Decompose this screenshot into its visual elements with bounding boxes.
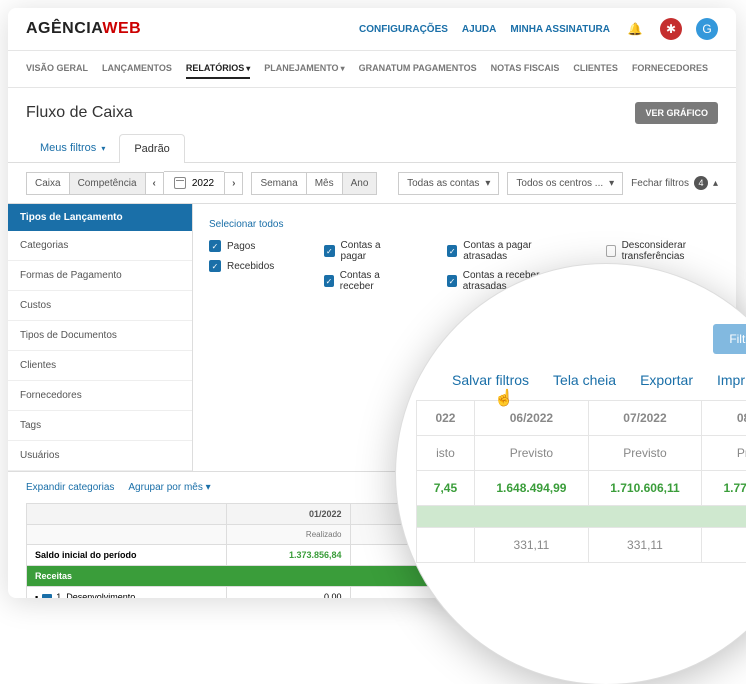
subheader: Previsto: [702, 436, 746, 471]
checkbox-label: Contas a pagar atrasadas: [463, 240, 556, 262]
col-header: 06/2022: [474, 401, 588, 436]
sidebar-item-tipos-documentos[interactable]: Tipos de Documentos: [8, 321, 192, 351]
tab-fornecedores[interactable]: FORNECEDORES: [632, 59, 708, 79]
tab-notas[interactable]: NOTAS FISCAIS: [491, 59, 560, 79]
sidebar-item-usuarios[interactable]: Usuários: [8, 441, 192, 471]
zoom-table: 022 06/2022 07/2022 08/2022 isto Previst…: [416, 400, 746, 563]
logo: AGÊNCIAWEB: [26, 20, 141, 38]
row-label[interactable]: ▪1. Desenvolvimento: [27, 587, 227, 599]
col-header: 01/2022: [227, 504, 351, 525]
avatar[interactable]: G: [696, 18, 718, 40]
nav-ajuda[interactable]: AJUDA: [462, 24, 496, 35]
checkbox-contas-pagar[interactable]: ✓: [324, 245, 334, 257]
tab-padrao[interactable]: Padrão: [119, 134, 184, 163]
col-header: 08/2022: [702, 401, 746, 436]
salvar-filtros-link[interactable]: Salvar filtros☝: [452, 372, 529, 388]
checkbox-label: Contas a pagar: [341, 240, 398, 262]
sidebar-item-custos[interactable]: Custos: [8, 291, 192, 321]
checkbox-label: Contas a receber: [340, 270, 397, 292]
checkbox-label: Pagos: [227, 241, 255, 252]
checkbox-label: Desconsiderar transferências: [622, 240, 720, 262]
sidebar-item-tags[interactable]: Tags: [8, 411, 192, 441]
tab-granatum[interactable]: GRANATUM PAGAMENTOS: [359, 59, 477, 79]
tab-planejamento[interactable]: PLANEJAMENTO▾: [264, 59, 344, 79]
col-header: 07/2022: [588, 401, 701, 436]
chevron-down-icon: ▾: [609, 178, 614, 189]
dropdown-contas[interactable]: Todas as contas▾: [398, 172, 499, 195]
seg-ano[interactable]: Ano: [343, 172, 378, 195]
cell: 0,00: [227, 587, 351, 599]
cell: 1.710.606,11: [588, 471, 701, 506]
chevron-down-icon: ▾: [341, 64, 345, 73]
seg-caixa[interactable]: Caixa: [26, 172, 70, 195]
app-badge-icon[interactable]: ✱: [660, 18, 682, 40]
ver-grafico-button[interactable]: VER GRÁFICO: [635, 102, 718, 124]
expand-icon[interactable]: ▪: [35, 592, 38, 598]
fechar-filtros-button[interactable]: Fechar filtros4▴: [631, 176, 718, 190]
seg-mes[interactable]: Mês: [307, 172, 343, 195]
checkbox-pagar-atrasadas[interactable]: ✓: [447, 245, 457, 257]
row-label: Saldo inicial do período: [27, 545, 227, 566]
cursor-icon: ☝: [494, 388, 514, 408]
subheader: Realizado: [227, 525, 351, 545]
chevron-up-icon: ▴: [713, 178, 718, 189]
sidebar-item-categorias[interactable]: Categorias: [8, 231, 192, 261]
checkbox-pagos[interactable]: ✓: [209, 240, 221, 252]
chevron-down-icon: ▾: [206, 482, 211, 493]
chevron-down-icon: ▾: [246, 64, 250, 73]
tab-clientes[interactable]: CLIENTES: [573, 59, 618, 79]
dropdown-centros[interactable]: Todos os centros ...▾: [507, 172, 623, 195]
year-picker[interactable]: 2022: [164, 171, 224, 195]
tab-relatorios[interactable]: RELATÓRIOS▾: [186, 59, 250, 79]
folder-icon: [42, 594, 52, 598]
cell: 331,11: [588, 528, 701, 563]
col-header: 022: [417, 401, 475, 436]
sidebar-header: Tipos de Lançamento: [8, 204, 192, 231]
bell-icon[interactable]: 🔔: [624, 18, 646, 40]
expandir-categorias-link[interactable]: Expandir categorias: [26, 482, 114, 493]
subheader: Previsto: [474, 436, 588, 471]
calendar-icon: [174, 177, 186, 189]
tab-meus-filtros[interactable]: Meus filtros ▾: [26, 134, 119, 163]
sidebar-item-clientes[interactable]: Clientes: [8, 351, 192, 381]
cell: 1.772.717,23: [702, 471, 746, 506]
nav-assinatura[interactable]: MINHA ASSINATURA: [510, 24, 610, 35]
filtrar-button[interactable]: Filtrar: [713, 324, 746, 354]
nav-config[interactable]: CONFIGURAÇÕES: [359, 24, 448, 35]
chevron-down-icon: ▾: [485, 178, 490, 189]
imprimir-link[interactable]: Impr: [717, 372, 745, 388]
prev-period-button[interactable]: ‹: [146, 172, 164, 195]
tab-lancamentos[interactable]: LANÇAMENTOS: [102, 59, 172, 79]
chevron-down-icon: ▾: [101, 144, 105, 153]
page-title: Fluxo de Caixa: [26, 104, 133, 122]
tab-visao-geral[interactable]: VISÃO GERAL: [26, 59, 88, 79]
cell: 1.373.856,84: [227, 545, 351, 566]
cell: 7,45: [417, 471, 475, 506]
exportar-link[interactable]: Exportar: [640, 372, 693, 388]
cell: 1.648.494,99: [474, 471, 588, 506]
agrupar-por-mes-link[interactable]: Agrupar por mês ▾: [128, 482, 210, 493]
seg-competencia[interactable]: Competência: [70, 172, 146, 195]
cell: 331,11: [474, 528, 588, 563]
checkbox-recebidos[interactable]: ✓: [209, 260, 221, 272]
sidebar-item-fornecedores[interactable]: Fornecedores: [8, 381, 192, 411]
zoom-lens: Filtrar Fec Salvar filtros☝ Tela cheia E…: [396, 264, 746, 684]
checkbox-desconsiderar-transf[interactable]: [606, 245, 616, 257]
sidebar-item-formas-pagamento[interactable]: Formas de Pagamento: [8, 261, 192, 291]
checkbox-contas-receber[interactable]: ✓: [324, 275, 333, 287]
tela-cheia-link[interactable]: Tela cheia: [553, 372, 616, 388]
checkbox-label: Recebidos: [227, 261, 274, 272]
filter-count-badge: 4: [694, 176, 708, 190]
subheader: isto: [417, 436, 475, 471]
checkbox-receber-atrasadas[interactable]: ✓: [447, 275, 457, 287]
seg-semana[interactable]: Semana: [251, 172, 306, 195]
select-all-link[interactable]: Selecionar todos: [209, 219, 284, 230]
next-period-button[interactable]: ›: [224, 172, 243, 195]
subheader: Previsto: [588, 436, 701, 471]
